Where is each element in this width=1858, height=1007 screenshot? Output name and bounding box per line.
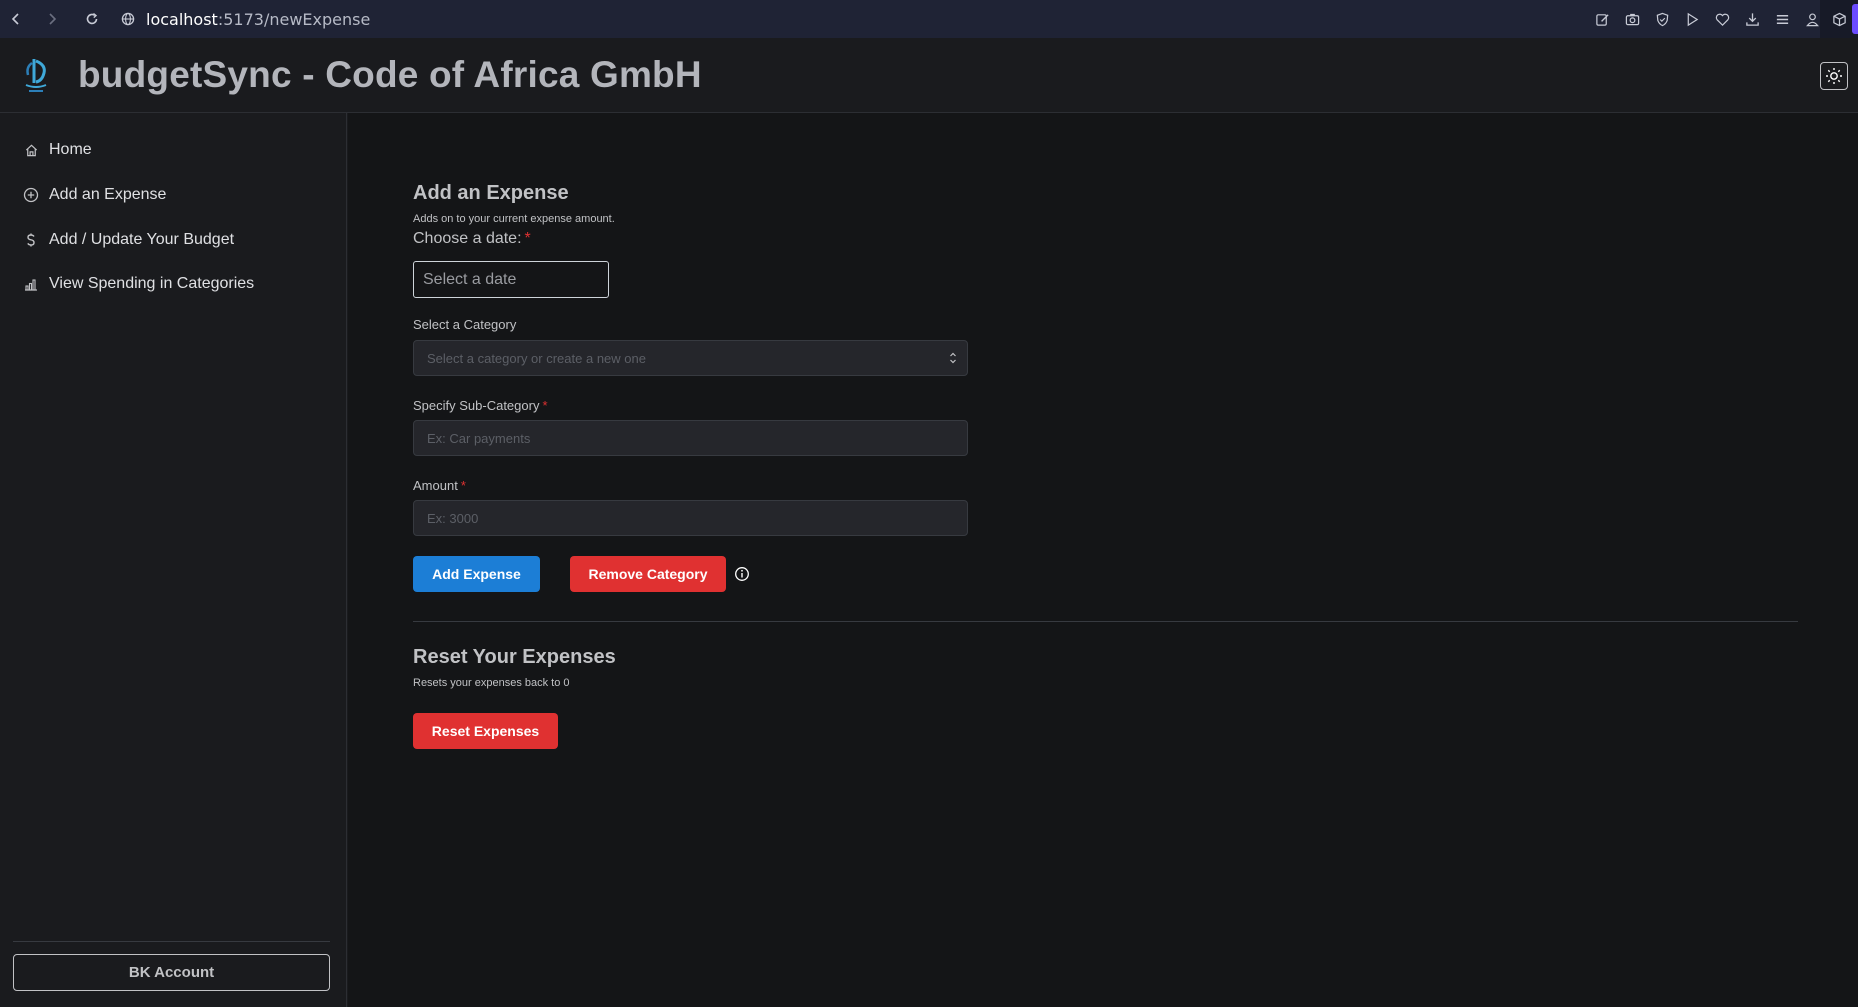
sidebar-item-add-expense[interactable]: Add an Expense [0,177,347,213]
sidebar-item-label: Add an Expense [49,186,167,203]
app-logo [18,54,54,96]
subcategory-label-text: Specify Sub-Category [413,398,540,413]
amount-input[interactable]: Ex: 3000 [413,500,968,536]
category-select[interactable]: Select a category or create a new one [413,340,968,376]
url-path: :5173/newExpense [217,9,371,29]
subcategory-label: Specify Sub-Category * [413,398,548,413]
expense-form-title: Add an Expense [413,182,569,204]
subcategory-input[interactable]: Ex: Car payments [413,420,968,456]
extension-accent [1852,4,1858,34]
app-title: budgetSync - Code of Africa GmbH [78,54,702,95]
url-host: localhost [146,9,218,29]
sidebar-divider [13,941,330,942]
chevron-updown-icon [950,352,956,364]
shield-icon[interactable] [1654,11,1670,27]
address-bar[interactable]: localhost:5173/newExpense [120,10,370,29]
download-icon[interactable] [1744,11,1760,27]
sidebar-item-label: Home [49,141,92,158]
date-picker-input[interactable]: Select a date [413,261,609,298]
amount-label: Amount * [413,478,466,493]
menu-icon[interactable] [1774,11,1790,27]
sidebar: Home Add an Expense Add / Update Your Bu… [0,113,347,1007]
sidebar-item-home[interactable]: Home [0,132,347,168]
home-icon [23,142,39,158]
required-mark: * [460,478,466,493]
globe-icon [120,11,136,27]
forward-icon[interactable] [38,5,66,33]
reset-section-description: Resets your expenses back to 0 [413,677,570,689]
back-icon[interactable] [2,5,30,33]
sidebar-item-label: Add / Update Your Budget [49,231,235,248]
profile-icon[interactable] [1804,11,1820,27]
cube-icon [1831,11,1847,27]
info-icon[interactable] [734,566,750,582]
category-placeholder: Select a category or create a new one [427,350,646,366]
camera-icon[interactable] [1624,11,1640,27]
date-label-text: Choose a date: [413,230,522,247]
date-label: Choose a date: * [413,230,531,248]
reset-section-title: Reset Your Expenses [413,646,616,668]
play-icon[interactable] [1684,11,1700,27]
main-content: Add an Expense Adds on to your current e… [348,113,1858,1007]
browser-tools [1594,0,1820,38]
browser-toolbar: localhost:5173/newExpense [0,0,1858,38]
required-mark: * [542,398,548,413]
remove-category-button[interactable]: Remove Category [570,556,726,592]
sidebar-item-categories[interactable]: View Spending in Categories [0,266,347,302]
theme-toggle-button[interactable] [1820,62,1848,90]
bar-chart-icon [23,276,39,292]
add-expense-button[interactable]: Add Expense [413,556,540,592]
account-button[interactable]: BK Account [13,954,330,991]
category-label: Select a Category [413,317,517,332]
section-divider [413,621,1798,622]
amount-label-text: Amount [413,478,458,493]
sidebar-item-label: View Spending in Categories [49,275,255,292]
edit-icon[interactable] [1594,11,1610,27]
app-header: budgetSync - Code of Africa GmbH [0,38,1858,113]
dollar-icon [23,232,39,248]
reload-icon[interactable] [78,5,106,33]
extension-button[interactable] [1820,0,1858,38]
sun-icon [1826,68,1842,84]
url-text: localhost:5173/newExpense [146,10,370,29]
reset-expenses-button[interactable]: Reset Expenses [413,713,558,749]
sidebar-item-budget[interactable]: Add / Update Your Budget [0,222,347,258]
expense-form-description: Adds on to your current expense amount. [413,213,615,225]
required-mark: * [524,230,531,247]
plus-circle-icon [23,187,39,203]
heart-icon[interactable] [1714,11,1730,27]
